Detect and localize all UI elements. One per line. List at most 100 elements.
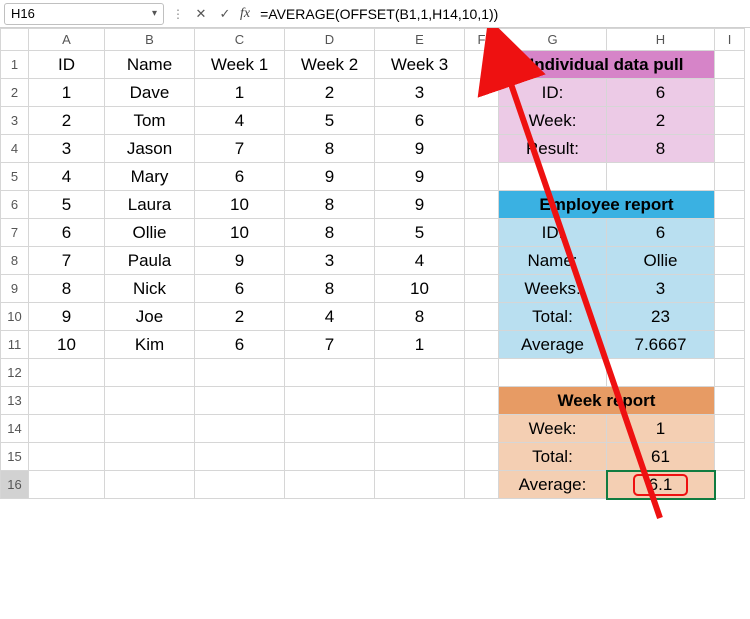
cell[interactable] — [499, 359, 607, 387]
cell[interactable]: 4 — [29, 163, 105, 191]
cell[interactable] — [285, 471, 375, 499]
cell[interactable]: 1 — [375, 331, 465, 359]
row-header[interactable]: 16 — [1, 471, 29, 499]
cell[interactable] — [465, 191, 499, 219]
cell[interactable] — [715, 443, 745, 471]
check-icon[interactable]: ✓ — [216, 5, 234, 23]
cell[interactable] — [715, 219, 745, 247]
cell-label[interactable]: Result: — [499, 135, 607, 163]
cell[interactable]: 9 — [375, 135, 465, 163]
cell[interactable] — [195, 359, 285, 387]
cell[interactable]: 8 — [285, 219, 375, 247]
select-all-corner[interactable] — [1, 29, 29, 51]
cell[interactable]: 7 — [285, 331, 375, 359]
cancel-icon[interactable]: ✕ — [192, 5, 210, 23]
individual-title[interactable]: Individual data pull — [499, 51, 715, 79]
col-header-C[interactable]: C — [195, 29, 285, 51]
col-header-G[interactable]: G — [499, 29, 607, 51]
employee-title[interactable]: Employee report — [499, 191, 715, 219]
cell[interactable] — [465, 303, 499, 331]
cell[interactable]: ID — [29, 51, 105, 79]
cell-label[interactable]: Total: — [499, 303, 607, 331]
cell[interactable]: Week 3 — [375, 51, 465, 79]
cell[interactable] — [715, 51, 745, 79]
cell[interactable]: 2 — [285, 79, 375, 107]
cell[interactable] — [375, 415, 465, 443]
formula-input[interactable] — [256, 3, 746, 25]
cell[interactable]: 2 — [195, 303, 285, 331]
cell[interactable] — [715, 163, 745, 191]
cell[interactable]: 8 — [375, 303, 465, 331]
cell[interactable] — [715, 331, 745, 359]
cell[interactable]: 9 — [195, 247, 285, 275]
cell[interactable] — [499, 163, 607, 191]
cell[interactable]: 3 — [375, 79, 465, 107]
cell[interactable]: Paula — [105, 247, 195, 275]
row-header[interactable]: 1 — [1, 51, 29, 79]
cell-label[interactable]: ID: — [499, 79, 607, 107]
col-header-B[interactable]: B — [105, 29, 195, 51]
cell-value[interactable]: 7.6667 — [607, 331, 715, 359]
cell[interactable] — [715, 247, 745, 275]
cell[interactable]: Ollie — [105, 219, 195, 247]
cell[interactable] — [465, 135, 499, 163]
cell[interactable] — [375, 387, 465, 415]
cell[interactable]: 8 — [285, 191, 375, 219]
col-header-H[interactable]: H — [607, 29, 715, 51]
cell-label[interactable]: Average — [499, 331, 607, 359]
cell-label[interactable]: Week: — [499, 415, 607, 443]
cell-value[interactable]: 6 — [607, 79, 715, 107]
cell[interactable]: Joe — [105, 303, 195, 331]
cell[interactable]: Laura — [105, 191, 195, 219]
cell[interactable]: Nick — [105, 275, 195, 303]
cell[interactable]: Kim — [105, 331, 195, 359]
cell[interactable]: 4 — [195, 107, 285, 135]
cell[interactable] — [715, 471, 745, 499]
row-header[interactable]: 4 — [1, 135, 29, 163]
cell[interactable]: 3 — [29, 135, 105, 163]
cell[interactable]: 10 — [195, 191, 285, 219]
cell-value[interactable]: 1 — [607, 415, 715, 443]
cell[interactable] — [29, 387, 105, 415]
row-header[interactable]: 12 — [1, 359, 29, 387]
row-header[interactable]: 14 — [1, 415, 29, 443]
cell[interactable]: Tom — [105, 107, 195, 135]
cell[interactable] — [715, 387, 745, 415]
cell[interactable]: 8 — [29, 275, 105, 303]
cell-value[interactable]: 23 — [607, 303, 715, 331]
cell[interactable]: 4 — [375, 247, 465, 275]
cell[interactable]: Jason — [105, 135, 195, 163]
cell-label[interactable]: Average: — [499, 471, 607, 499]
cell-label[interactable]: Weeks: — [499, 275, 607, 303]
cell[interactable] — [715, 415, 745, 443]
row-header[interactable]: 2 — [1, 79, 29, 107]
cell[interactable]: 7 — [195, 135, 285, 163]
cell-value[interactable]: 61 — [607, 443, 715, 471]
cell[interactable]: 6 — [29, 219, 105, 247]
name-box[interactable]: H16 ▾ — [4, 3, 164, 25]
row-header[interactable]: 7 — [1, 219, 29, 247]
cell-value[interactable]: 2 — [607, 107, 715, 135]
cell[interactable]: 10 — [29, 331, 105, 359]
cell[interactable] — [465, 219, 499, 247]
cell[interactable] — [465, 79, 499, 107]
cell[interactable]: 5 — [29, 191, 105, 219]
cell[interactable] — [465, 107, 499, 135]
cell[interactable] — [715, 107, 745, 135]
cell[interactable] — [715, 79, 745, 107]
cell[interactable] — [465, 51, 499, 79]
col-header-F[interactable]: F — [465, 29, 499, 51]
cell[interactable] — [29, 443, 105, 471]
cell[interactable] — [465, 331, 499, 359]
cell[interactable]: 9 — [375, 163, 465, 191]
cell-H16-selected[interactable]: 6.1 — [607, 471, 715, 499]
cell[interactable] — [105, 359, 195, 387]
cell[interactable] — [195, 415, 285, 443]
cell[interactable]: 5 — [285, 107, 375, 135]
cell[interactable] — [29, 471, 105, 499]
row-header[interactable]: 6 — [1, 191, 29, 219]
row-header[interactable]: 10 — [1, 303, 29, 331]
cell[interactable] — [105, 443, 195, 471]
cell[interactable] — [195, 471, 285, 499]
cell-value[interactable]: 6 — [607, 219, 715, 247]
